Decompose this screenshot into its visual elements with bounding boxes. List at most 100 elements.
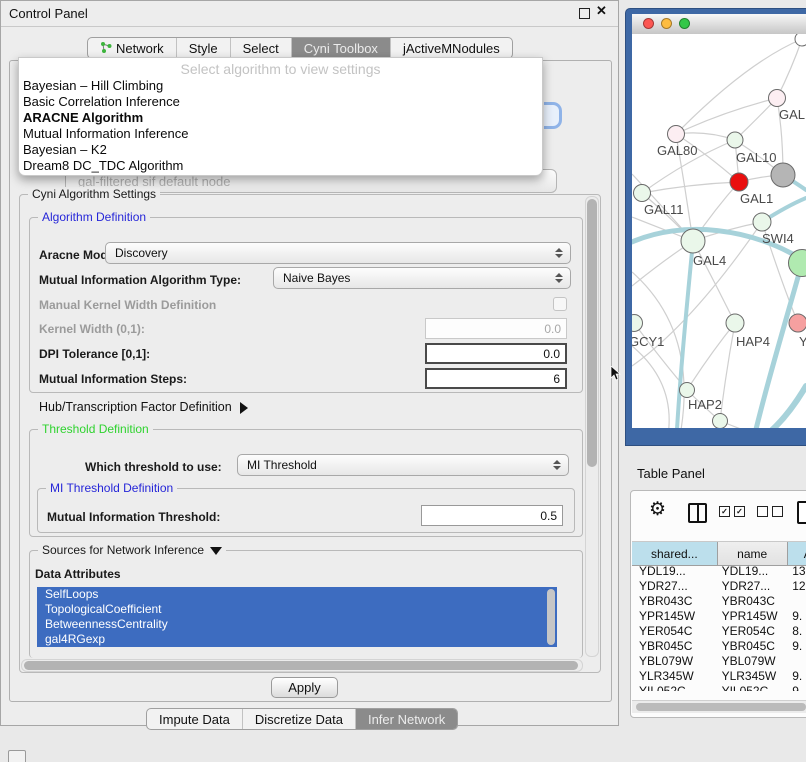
tab-select[interactable]: Select [231, 38, 292, 58]
apply-button[interactable]: Apply [271, 677, 338, 698]
settings-horizontal-thumb[interactable] [24, 661, 578, 670]
aracne-mode-combo[interactable]: Discovery [105, 242, 571, 264]
data-attribute-item[interactable]: gal4RGexp [37, 632, 557, 647]
node-label-gal11: GAL11 [644, 202, 684, 217]
data-attribute-item[interactable]: SelfLoops [37, 587, 557, 602]
network-edge[interactable] [632, 272, 684, 428]
minimize-traffic-light[interactable] [661, 18, 672, 29]
table-cell: YBL079W [632, 654, 719, 669]
zoom-traffic-light[interactable] [679, 18, 690, 29]
float-window-icon[interactable] [579, 8, 590, 19]
table-cell: YDR27... [719, 579, 790, 594]
table-row[interactable]: YIL052CYIL052C9 [632, 684, 806, 691]
close-icon[interactable]: ✕ [596, 3, 607, 19]
minimized-panel-icon[interactable] [8, 750, 26, 762]
node-gal80[interactable] [668, 126, 685, 143]
settings-horizontal-scrollbar[interactable] [21, 659, 583, 672]
gear-icon[interactable]: ⚙ [649, 500, 666, 520]
node-swi4[interactable] [753, 213, 771, 231]
tab-infer-network[interactable]: Infer Network [356, 709, 457, 729]
table-row[interactable]: YDR27...YDR27...12 [632, 579, 806, 594]
algorithm-option[interactable]: Bayesian – K2 [23, 142, 538, 158]
mi-type-combo[interactable]: Naive Bayes [273, 267, 571, 289]
table-horizontal-thumb[interactable] [636, 703, 806, 711]
kernel-width-label: Kernel Width (0,1): [39, 322, 145, 336]
network-window-titlebar[interactable] [632, 14, 806, 35]
table-row[interactable]: YER054CYER054C8. [632, 624, 806, 639]
algorithm-option[interactable]: Bayesian – Hill Climbing [23, 78, 538, 94]
column-header-shared[interactable]: shared... [632, 542, 718, 565]
tab-network[interactable]: Network [88, 38, 177, 58]
node-label-gal1: GAL1 [740, 191, 773, 206]
network-edge[interactable] [777, 39, 802, 98]
table-rows: YDL19...YDL19...13YDR27...YDR27...12YBR0… [632, 564, 806, 691]
network-edge[interactable] [720, 323, 735, 421]
algorithm-option[interactable]: Basic Correlation Inference [23, 94, 538, 110]
algorithm-option[interactable]: Dream8 DC_TDC Algorithm [23, 158, 538, 174]
settings-vertical-thumb[interactable] [587, 199, 597, 467]
column-header-name[interactable]: name [718, 542, 788, 565]
network-canvas[interactable]: GALGAL80GAL10GAL1GAL11SWI4GAL4GCY1HAP4YH… [632, 34, 806, 428]
node-hap2[interactable] [680, 383, 695, 398]
tab-impute-data[interactable]: Impute Data [147, 709, 243, 729]
data-attribute-item[interactable]: BetweennessCentrality [37, 617, 557, 632]
network-edge[interactable] [642, 182, 739, 193]
mi-steps-field[interactable] [425, 368, 567, 389]
table-row[interactable]: YBR043CYBR043C [632, 594, 806, 609]
tab-label: Network [116, 41, 164, 56]
tab-jactivemnodules[interactable]: jActiveMNodules [391, 38, 512, 58]
algorithm-option[interactable]: Mutual Information Inference [23, 126, 538, 142]
table-cell: 9. [789, 639, 806, 654]
node-label-y: Y [799, 334, 806, 349]
node[interactable] [771, 163, 795, 187]
network-edge[interactable] [632, 346, 669, 428]
node[interactable] [713, 414, 728, 429]
tab-cyni-toolbox[interactable]: Cyni Toolbox [292, 38, 391, 58]
node[interactable] [795, 34, 806, 46]
node-gal11[interactable] [634, 185, 651, 202]
node-gal[interactable] [769, 90, 786, 107]
node-gcy1[interactable] [632, 315, 643, 332]
network-edge[interactable] [687, 323, 735, 390]
mi-threshold-field[interactable] [421, 505, 563, 526]
table-row[interactable]: YBL079WYBL079W [632, 654, 806, 669]
table-cell: YLR345W [632, 669, 719, 684]
node-gal4[interactable] [681, 229, 705, 253]
tab-discretize-data[interactable]: Discretize Data [243, 709, 356, 729]
data-attribute-item[interactable]: TopologicalCoefficient [37, 602, 557, 617]
table-row[interactable]: YLR345WYLR345W9. [632, 669, 806, 684]
table-cell: 9. [789, 609, 806, 624]
tab-style[interactable]: Style [177, 38, 231, 58]
table-row[interactable]: YDL19...YDL19...13 [632, 564, 806, 579]
network-edge[interactable] [676, 98, 777, 134]
unchecked-pair-icon[interactable] [757, 506, 783, 517]
dpi-tolerance-field[interactable] [425, 343, 567, 364]
node-gal1[interactable] [730, 173, 748, 191]
manual-kernel-checkbox[interactable] [553, 297, 567, 311]
attributes-list-scrollbar[interactable] [547, 589, 555, 645]
table-cell [789, 654, 806, 669]
table-row[interactable]: YPR145WYPR145W9. [632, 609, 806, 624]
table-row[interactable]: YBR045CYBR045C9. [632, 639, 806, 654]
column-header-a[interactable]: A [788, 542, 806, 565]
which-threshold-combo[interactable]: MI Threshold [237, 454, 569, 476]
node-label-gal4: GAL4 [693, 253, 726, 268]
kernel-width-field[interactable] [425, 318, 567, 339]
algorithm-option[interactable]: ARACNE Algorithm [23, 110, 538, 126]
sources-title[interactable]: Sources for Network Inference [38, 543, 226, 557]
checked-pair-icon[interactable]: ✓✓ [719, 506, 745, 517]
tab-label: Infer Network [368, 712, 445, 727]
node-hap4[interactable] [726, 314, 744, 332]
node-y[interactable] [789, 314, 806, 332]
control-panel-titlebar[interactable]: Control Panel ✕ [1, 1, 618, 27]
settings-vertical-scrollbar[interactable] [585, 196, 599, 657]
table-cell: 9 [789, 684, 806, 691]
split-columns-icon[interactable] [688, 503, 707, 523]
table-horizontal-scrollbar[interactable] [632, 700, 806, 713]
document-icon[interactable] [797, 501, 806, 524]
hub-definition-toggle[interactable]: Hub/Transcription Factor Definition [39, 400, 248, 414]
algorithm-definition-title: Algorithm Definition [38, 210, 150, 224]
close-traffic-light[interactable] [643, 18, 654, 29]
node-gal10[interactable] [727, 132, 743, 148]
mi-steps-label: Mutual Information Steps: [39, 372, 187, 386]
